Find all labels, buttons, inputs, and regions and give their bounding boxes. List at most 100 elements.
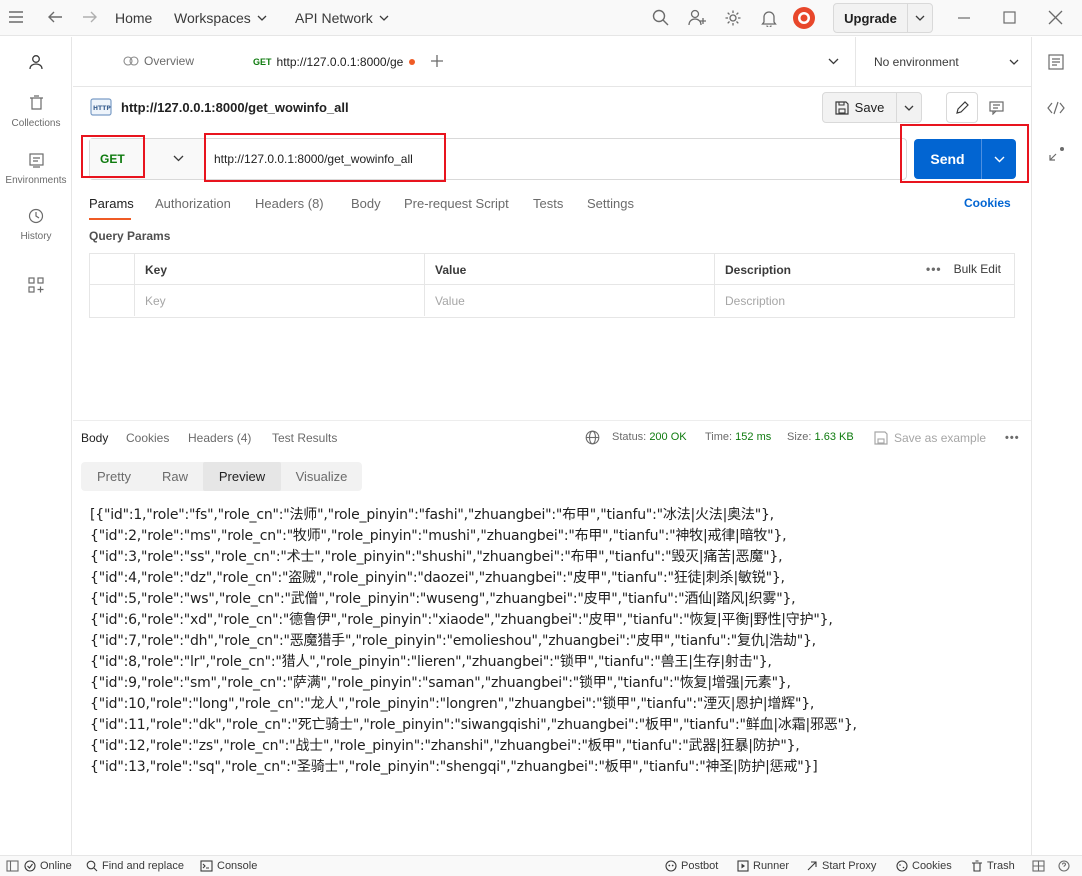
save-as-example-label: Save as example	[894, 431, 987, 445]
environment-select[interactable]: No environment	[855, 37, 1031, 87]
more-options-icon[interactable]: •••	[926, 262, 942, 276]
sidebar-item-history[interactable]: History	[0, 207, 72, 242]
save-button[interactable]: Save	[822, 92, 922, 123]
response-tab-test-results[interactable]: Test Results	[272, 431, 337, 445]
sidebar-item-account[interactable]	[0, 53, 72, 73]
tabs-dropdown-chevron-icon[interactable]	[828, 58, 839, 65]
workspaces-menu[interactable]: Workspaces	[174, 10, 267, 26]
comments-button[interactable]	[980, 92, 1012, 123]
environment-quick-look-icon[interactable]	[1048, 54, 1064, 70]
tab-authorization[interactable]: Authorization	[155, 196, 231, 211]
chevron-down-icon	[173, 155, 184, 162]
response-tab-headers[interactable]: Headers (4)	[188, 431, 251, 445]
response-body-line: {"id":13,"role":"sq","role_cn":"圣骑士","ro…	[90, 759, 818, 775]
description-input[interactable]: Description	[714, 285, 1014, 316]
response-body-line: {"id":12,"role":"zs","role_cn":"战士","rol…	[90, 738, 800, 754]
value-input[interactable]: Value	[424, 285, 714, 316]
upgrade-button[interactable]: Upgrade	[833, 3, 933, 33]
layout-icon[interactable]	[1032, 860, 1045, 872]
overview-icon	[123, 56, 139, 66]
trash-can-icon	[0, 94, 72, 112]
home-link[interactable]: Home	[115, 10, 152, 26]
request-title[interactable]: http://127.0.0.1:8000/get_wowinfo_all	[121, 100, 349, 115]
response-body-line: [{"id":1,"role":"fs","role_cn":"法师","rol…	[90, 507, 774, 523]
sidebar-toggle-icon[interactable]	[6, 860, 19, 872]
minimize-window-icon[interactable]	[957, 11, 971, 25]
response-body-line: {"id":7,"role":"dh","role_cn":"恶魔猎手","ro…	[90, 633, 816, 649]
view-preview[interactable]: Preview	[203, 462, 281, 491]
save-as-example-button[interactable]: Save as example	[874, 431, 986, 445]
chevron-down-icon	[1009, 59, 1019, 65]
tab-tests[interactable]: Tests	[533, 196, 563, 211]
chevron-down-icon[interactable]	[908, 4, 932, 32]
menu-icon[interactable]	[8, 10, 24, 24]
notifications-bell-icon[interactable]	[761, 9, 777, 27]
code-icon[interactable]	[1047, 101, 1065, 115]
settings-gear-icon[interactable]	[724, 9, 742, 27]
tab-headers[interactable]: Headers (8)	[255, 196, 324, 211]
view-raw[interactable]: Raw	[147, 462, 203, 491]
find-and-replace-button[interactable]: Find and replace	[86, 860, 184, 872]
tab-settings[interactable]: Settings	[587, 196, 634, 211]
edit-pencil-button[interactable]	[946, 92, 978, 123]
tab-overview[interactable]: Overview	[123, 54, 194, 68]
close-window-icon[interactable]	[1048, 10, 1063, 25]
key-input[interactable]: Key	[134, 285, 424, 316]
cookies-link[interactable]: Cookies	[964, 196, 1011, 210]
response-body-line: {"id":11,"role":"dk","role_cn":"死亡骑士","r…	[90, 717, 857, 733]
tab-params[interactable]: Params	[89, 196, 134, 211]
size-value: 1.63 KB	[814, 431, 854, 443]
column-header-key: Key	[134, 254, 424, 285]
runner-button[interactable]: Runner	[737, 860, 789, 872]
response-tab-body[interactable]: Body	[81, 431, 108, 445]
api-network-menu[interactable]: API Network	[295, 10, 389, 26]
response-body-line: {"id":10,"role":"long","role_cn":"龙人","r…	[90, 696, 815, 712]
status-bar: Online Find and replace Console Postbot …	[0, 855, 1082, 876]
tab-body[interactable]: Body	[351, 196, 381, 211]
tabs-row: Overview GET http://127.0.0.1:8000/ge No…	[73, 37, 1031, 87]
sidebar-item-label: Environments	[5, 174, 67, 186]
cookie-icon	[896, 860, 908, 872]
back-arrow-icon[interactable]	[47, 10, 63, 24]
maximize-window-icon[interactable]	[1003, 11, 1016, 24]
related-collections-icon[interactable]	[1048, 146, 1066, 162]
sidebar-item-collections[interactable]: Collections	[0, 94, 72, 129]
chevron-down-icon	[257, 15, 267, 21]
save-label: Save	[854, 100, 885, 115]
annotation-box-send	[900, 124, 1029, 183]
user-avatar[interactable]	[792, 6, 816, 30]
sidebar-item-add-apps[interactable]	[0, 276, 72, 296]
left-sidebar: Collections Environments History	[0, 37, 72, 855]
search-icon[interactable]	[652, 9, 669, 26]
table-row: Key Value Description	[90, 285, 1014, 316]
view-pretty[interactable]: Pretty	[81, 462, 147, 491]
bulk-edit-button[interactable]: Bulk Edit	[954, 262, 1001, 276]
new-tab-plus-icon[interactable]	[430, 54, 444, 68]
forward-arrow-icon[interactable]	[82, 10, 98, 24]
response-more-options-icon[interactable]: •••	[1005, 432, 1020, 444]
sidebar-item-environments[interactable]: Environments	[0, 151, 72, 186]
column-header-value: Value	[424, 254, 714, 285]
save-disk-icon	[835, 100, 849, 115]
tab-request-active[interactable]: GET http://127.0.0.1:8000/ge	[243, 37, 416, 87]
tab-pre-request-script[interactable]: Pre-request Script	[404, 196, 509, 211]
help-icon[interactable]	[1058, 860, 1070, 872]
environment-icon	[0, 151, 72, 169]
save-button-main[interactable]: Save	[823, 93, 897, 122]
history-icon	[0, 207, 72, 225]
start-proxy-button[interactable]: Start Proxy	[806, 860, 876, 872]
status-online[interactable]: Online	[24, 860, 72, 872]
invite-user-icon[interactable]	[688, 9, 706, 26]
console-button[interactable]: Console	[200, 860, 257, 872]
chevron-down-icon[interactable]	[897, 93, 921, 122]
response-divider[interactable]	[73, 420, 1031, 421]
view-visualize[interactable]: Visualize	[281, 462, 362, 491]
response-tab-cookies[interactable]: Cookies	[126, 431, 169, 445]
globe-icon[interactable]	[585, 430, 600, 445]
postbot-button[interactable]: Postbot	[665, 860, 718, 872]
trash-button[interactable]: Trash	[971, 860, 1015, 872]
statusbar-cookies-label: Cookies	[912, 860, 952, 872]
tab-method-badge: GET	[253, 57, 272, 67]
chevron-down-icon	[379, 15, 389, 21]
statusbar-cookies-button[interactable]: Cookies	[896, 860, 952, 872]
